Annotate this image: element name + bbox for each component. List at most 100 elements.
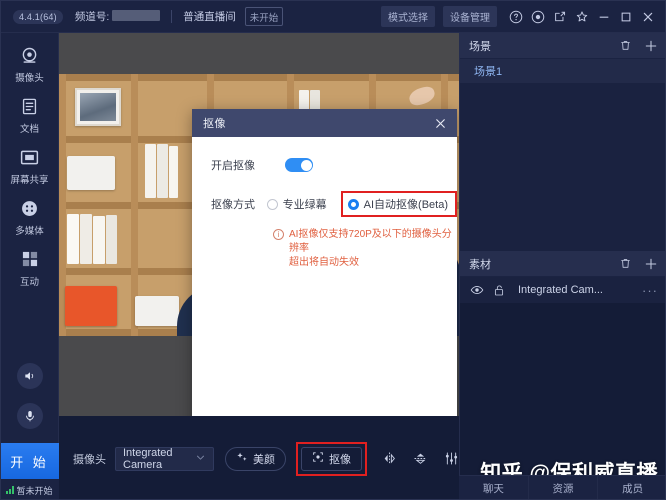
sidebar-label-multimedia: 多媒体: [15, 226, 44, 237]
right-panel: 场景 场景1 素材 Integrated Cam... ···: [459, 33, 665, 499]
radio-indicator-green-screen: [266, 198, 278, 210]
device-manage-button[interactable]: 设备管理: [443, 6, 497, 27]
scene-panel-actions: [618, 39, 658, 53]
enable-keying-row: 开启抠像: [192, 154, 457, 176]
radio-indicator-ai-auto-keying: [347, 198, 359, 210]
enable-keying-label: 开启抠像: [211, 160, 255, 172]
scene-list-item[interactable]: 场景1: [460, 59, 665, 83]
help-icon[interactable]: [505, 6, 527, 28]
camera-select-value: Integrated Camera: [123, 446, 173, 471]
keying-warning-text: AI抠像仅支持720P及以下的摄像头分辨率 超出将自动失效: [289, 228, 457, 270]
broadcast-status-text: 暂未开始: [16, 485, 53, 496]
picture-frame: [75, 88, 121, 126]
tab-members[interactable]: 成员: [598, 476, 665, 499]
radio-label-green-screen: 专业绿幕: [282, 199, 327, 211]
keying-dialog-title: 抠像: [203, 118, 226, 130]
sidebar-item-camera[interactable]: 摄像头: [1, 33, 59, 84]
unlock-icon[interactable]: [492, 283, 506, 297]
speaker-icon[interactable]: [16, 363, 43, 389]
titlebar-right-group: 模式选择 设备管理: [381, 6, 665, 28]
material-panel-actions: [618, 257, 658, 271]
scene-panel-body[interactable]: [460, 83, 665, 251]
material-name: Integrated Cam...: [518, 284, 603, 296]
sidebar-item-screen-share[interactable]: 屏幕共享: [1, 135, 59, 186]
warning-line-1: AI抠像仅支持720P及以下的摄像头分辨率: [289, 229, 452, 254]
screen-share-icon: [19, 146, 41, 168]
mirror-horizontal-icon[interactable]: [381, 451, 397, 467]
trash-icon[interactable]: [618, 257, 632, 271]
camera-toolbar: 摄像头 Integrated Camera 美颜 抠像: [59, 416, 459, 499]
material-list-item[interactable]: Integrated Cam... ···: [460, 277, 665, 303]
left-sidebar: 摄像头 文档 屏幕共享 多媒体 互动 开 始 暂未开始: [1, 33, 59, 499]
camera-select[interactable]: Integrated Camera: [115, 446, 214, 471]
broadcast-status-bar: 暂未开始: [1, 479, 59, 499]
beauty-button-label: 美颜: [253, 453, 275, 466]
keying-method-row: 抠像方式 专业绿幕 AI自动抠像(Beta): [192, 191, 457, 217]
eye-icon[interactable]: [470, 283, 484, 297]
material-panel-header: 素材: [460, 251, 665, 277]
bottom-tabs: 聊天 资源 成员: [459, 475, 665, 499]
selected-option-highlight: AI自动抠像(Beta): [340, 191, 457, 217]
sidebar-label-screen-share: 屏幕共享: [10, 175, 49, 186]
material-more-menu[interactable]: ···: [642, 283, 658, 298]
sparkle-icon: [236, 451, 248, 466]
close-icon[interactable]: [637, 6, 659, 28]
tab-resources[interactable]: 资源: [529, 476, 599, 499]
title-bar: 4.4.1(64) 频道号: 普通直播间 未开始 模式选择 设备管理: [1, 1, 665, 33]
plus-icon[interactable]: [644, 257, 658, 271]
document-icon: [19, 95, 41, 117]
keying-method-options: 专业绿幕 AI自动抠像(Beta): [266, 191, 457, 217]
sidebar-label-interactive: 互动: [19, 277, 39, 288]
sidebar-label-document: 文档: [19, 124, 39, 135]
signal-bars-icon: [6, 486, 15, 494]
radio-green-screen[interactable]: 专业绿幕: [266, 196, 327, 212]
chevron-down-icon: [195, 452, 206, 466]
minimize-icon[interactable]: [593, 6, 615, 28]
preview-stage[interactable]: POLYV 抠像 开启抠像 抠像方式: [59, 33, 459, 416]
room-type-label: 普通直播间: [183, 11, 236, 23]
keying-warning: i AI抠像仅支持720P及以下的摄像头分辨率 超出将自动失效: [273, 228, 457, 270]
scene-panel-title: 场景: [469, 40, 491, 53]
tab-chat[interactable]: 聊天: [459, 476, 529, 499]
material-panel-title: 素材: [469, 258, 491, 271]
adjust-sliders-icon[interactable]: [443, 451, 459, 467]
channel-label-text: 频道号:: [74, 11, 110, 23]
plus-icon[interactable]: [644, 39, 658, 53]
sidebar-label-camera: 摄像头: [15, 73, 44, 84]
scene-panel-header: 场景: [460, 33, 665, 59]
warning-line-2: 超出将自动失效: [289, 257, 359, 268]
beauty-button[interactable]: 美颜: [225, 446, 286, 471]
sidebar-item-document[interactable]: 文档: [1, 84, 59, 135]
flip-vertical-icon[interactable]: [412, 451, 428, 467]
pin-icon[interactable]: [571, 6, 593, 28]
live-studio-window: 4.4.1(64) 频道号: 普通直播间 未开始 模式选择 设备管理 摄像头 文…: [0, 0, 666, 500]
radio-ai-auto-keying[interactable]: AI自动抠像(Beta): [347, 196, 448, 212]
keying-dialog-header: 抠像: [192, 109, 457, 137]
close-icon[interactable]: [431, 114, 449, 132]
interactive-icon: [19, 248, 41, 270]
keying-dialog: 抠像 开启抠像 抠像方式 专业绿幕 AI自动抠像(Beta) i AI抠像仅支持…: [192, 109, 457, 416]
keying-method-label: 抠像方式: [211, 199, 255, 211]
channel-label: 频道号:: [74, 9, 161, 24]
camera-icon: [19, 44, 41, 66]
mode-select-button[interactable]: 模式选择: [381, 6, 435, 27]
camera-toolbar-label: 摄像头: [73, 453, 106, 466]
keying-icon: [312, 451, 324, 466]
radio-label-ai-auto-keying: AI自动抠像(Beta): [363, 199, 448, 211]
trash-icon[interactable]: [618, 39, 632, 53]
channel-value-masked: [112, 10, 161, 21]
material-panel-body[interactable]: [460, 303, 665, 447]
enable-keying-toggle[interactable]: [285, 158, 313, 172]
keying-button-highlight: 抠像: [296, 441, 367, 476]
camera-tool-icons: [381, 451, 459, 467]
keying-button[interactable]: 抠像: [301, 446, 362, 471]
sidebar-item-interactive[interactable]: 互动: [1, 237, 59, 288]
popout-icon[interactable]: [549, 6, 571, 28]
status-badge: 未开始: [244, 7, 284, 26]
record-icon[interactable]: [527, 6, 549, 28]
sidebar-item-multimedia[interactable]: 多媒体: [1, 186, 59, 237]
keying-dialog-body: 开启抠像 抠像方式 专业绿幕 AI自动抠像(Beta) i AI抠像仅支持720…: [192, 137, 457, 270]
maximize-icon[interactable]: [615, 6, 637, 28]
start-broadcast-button[interactable]: 开 始: [1, 443, 59, 479]
microphone-icon[interactable]: [16, 403, 43, 429]
